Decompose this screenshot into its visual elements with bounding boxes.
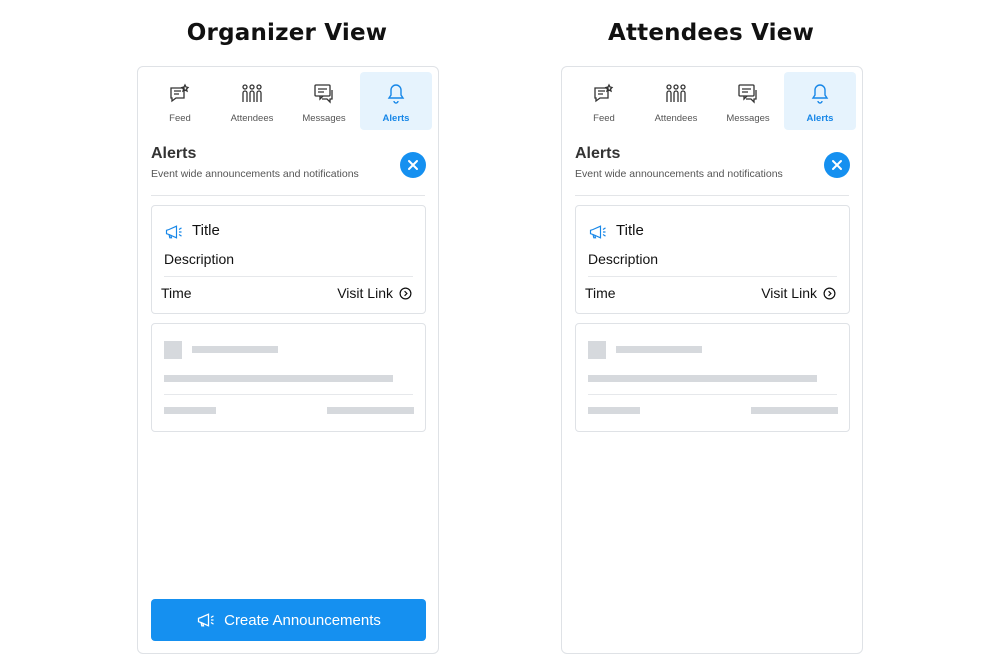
alert-time: Time	[585, 285, 616, 301]
messages-icon	[314, 84, 333, 104]
alert-title: Title	[192, 222, 220, 239]
card-divider	[588, 394, 837, 395]
skeleton-icon-placeholder	[588, 341, 606, 359]
tab-bar: Feed Attendees Messages Alerts	[144, 72, 432, 130]
megaphone-icon	[197, 613, 214, 627]
tab-messages[interactable]: Messages	[712, 72, 784, 130]
chevron-right-circle-icon	[823, 287, 836, 299]
alert-description: Description	[588, 251, 659, 267]
alerts-title: Alerts	[151, 145, 197, 162]
tab-feed-label: Feed	[593, 113, 615, 124]
divider	[575, 195, 849, 196]
tab-attendees[interactable]: Attendees	[216, 72, 288, 130]
create-announcements-label: Create Announcements	[224, 611, 381, 629]
skeleton-icon-placeholder	[164, 341, 182, 359]
alert-title: Title	[616, 222, 644, 239]
alert-card: Title Description Time Visit Link	[151, 205, 426, 314]
tab-messages-label: Messages	[302, 113, 346, 124]
visit-link-label: Visit Link	[761, 285, 817, 301]
tab-attendees-label: Attendees	[230, 113, 274, 124]
skeleton-title-placeholder	[192, 346, 278, 353]
tab-alerts[interactable]: Alerts	[784, 72, 856, 130]
megaphone-icon	[165, 225, 182, 239]
skeleton-link-placeholder	[327, 407, 414, 414]
card-divider	[588, 276, 837, 277]
tab-feed-label: Feed	[169, 113, 191, 124]
visit-link[interactable]: Visit Link	[761, 285, 836, 301]
tab-alerts[interactable]: Alerts	[360, 72, 432, 130]
chevron-right-circle-icon	[399, 287, 412, 299]
close-button[interactable]	[824, 152, 850, 178]
attendees-panel: Feed Attendees Messages Alerts Alerts Ev…	[561, 66, 863, 654]
alert-time: Time	[161, 285, 192, 301]
attendees-icon	[666, 84, 686, 102]
create-announcements-button[interactable]: Create Announcements	[151, 599, 426, 641]
bell-icon	[811, 84, 829, 104]
attendees-icon	[242, 84, 262, 102]
skeleton-description-placeholder	[588, 375, 817, 382]
divider	[151, 195, 425, 196]
visit-link-label: Visit Link	[337, 285, 393, 301]
feed-icon	[594, 83, 614, 103]
feed-icon	[170, 83, 190, 103]
close-button[interactable]	[400, 152, 426, 178]
tab-messages-label: Messages	[726, 113, 770, 124]
close-icon	[832, 160, 842, 170]
close-icon	[408, 160, 418, 170]
alerts-title: Alerts	[575, 145, 621, 162]
tab-attendees[interactable]: Attendees	[640, 72, 712, 130]
skeleton-card	[575, 323, 850, 432]
visit-link[interactable]: Visit Link	[337, 285, 412, 301]
skeleton-title-placeholder	[616, 346, 702, 353]
card-divider	[164, 276, 413, 277]
tab-messages[interactable]: Messages	[288, 72, 360, 130]
bell-icon	[387, 84, 405, 104]
alerts-subtitle: Event wide announcements and notificatio…	[151, 168, 359, 180]
tab-feed[interactable]: Feed	[568, 72, 640, 130]
attendees-view-heading: Attendees View	[607, 20, 815, 46]
skeleton-card	[151, 323, 426, 432]
alert-card: Title Description Time Visit Link	[575, 205, 850, 314]
messages-icon	[738, 84, 757, 104]
megaphone-icon	[589, 225, 606, 239]
skeleton-description-placeholder	[164, 375, 393, 382]
tab-attendees-label: Attendees	[654, 113, 698, 124]
alert-description: Description	[164, 251, 235, 267]
organizer-panel: Feed Attendees Messages Alerts Alerts Ev…	[137, 66, 439, 654]
organizer-view-heading: Organizer View	[186, 20, 388, 46]
card-divider	[164, 394, 413, 395]
tab-bar: Feed Attendees Messages Alerts	[568, 72, 856, 130]
tab-alerts-label: Alerts	[806, 113, 834, 124]
tab-alerts-label: Alerts	[382, 113, 410, 124]
alerts-subtitle: Event wide announcements and notificatio…	[575, 168, 783, 180]
skeleton-time-placeholder	[588, 407, 640, 414]
tab-feed[interactable]: Feed	[144, 72, 216, 130]
skeleton-time-placeholder	[164, 407, 216, 414]
skeleton-link-placeholder	[751, 407, 838, 414]
